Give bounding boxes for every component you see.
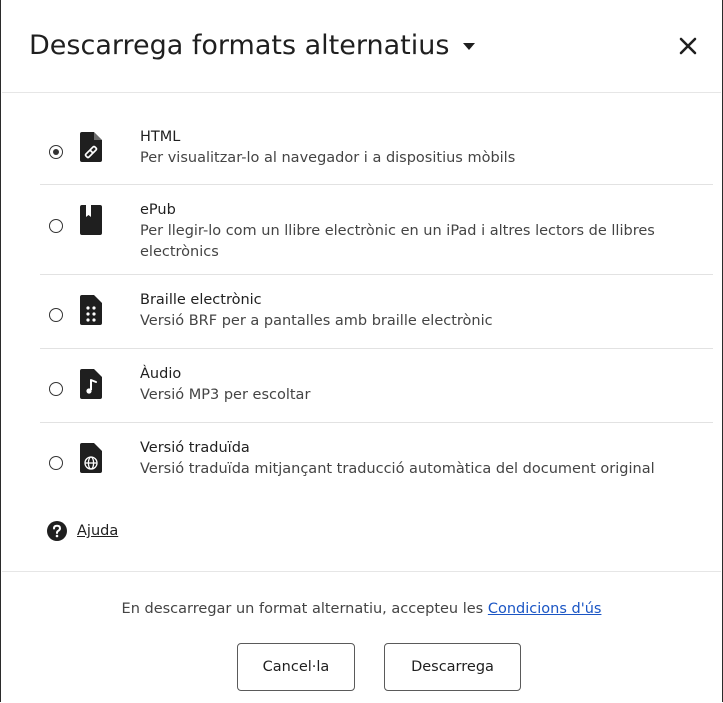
question-icon — [47, 521, 67, 541]
option-name: Versió traduïda — [140, 440, 250, 456]
dialog-title[interactable]: Descarrega formats alternatius — [29, 26, 476, 66]
close-icon[interactable] — [675, 33, 701, 59]
help-link-row: Ajuda — [47, 521, 118, 541]
option-description: Versió MP3 per escoltar — [140, 387, 311, 403]
epub-book-icon — [80, 205, 102, 235]
option-name: Braille electrònic — [140, 292, 262, 308]
radio-translated[interactable] — [49, 456, 63, 470]
braille-file-icon — [80, 295, 102, 325]
option-epub[interactable]: ePub Per llegir-lo com un llibre electrò… — [40, 185, 713, 275]
help-link[interactable]: Ajuda — [77, 523, 118, 539]
html-file-icon — [80, 132, 102, 162]
option-braille[interactable]: Braille electrònic Versió BRF per a pant… — [40, 275, 713, 349]
option-html[interactable]: HTML Per visualitzar-lo al navegador i a… — [40, 112, 713, 185]
dialog-header: Descarrega formats alternatius — [2, 0, 721, 93]
terms-notice: En descarregar un format alternatiu, acc… — [2, 601, 721, 617]
caret-down-icon[interactable] — [463, 42, 476, 50]
format-options-list: HTML Per visualitzar-lo al navegador i a… — [2, 112, 721, 496]
dialog-title-text: Descarrega formats alternatius — [29, 30, 450, 61]
option-description: Per llegir-lo com un llibre electrònic e… — [140, 223, 655, 260]
option-description: Per visualitzar-lo al navegador i a disp… — [140, 150, 516, 166]
option-name: HTML — [140, 129, 181, 145]
option-name: Àudio — [140, 366, 182, 382]
option-audio[interactable]: Àudio Versió MP3 per escoltar — [40, 349, 713, 423]
radio-html[interactable] — [49, 145, 63, 159]
download-button[interactable]: Descarrega — [384, 643, 521, 691]
option-description: Versió BRF per a pantalles amb braille e… — [140, 313, 493, 329]
radio-epub[interactable] — [49, 219, 63, 233]
option-name: ePub — [140, 202, 176, 218]
cancel-button[interactable]: Cancel·la — [237, 643, 355, 691]
option-description: Versió traduïda mitjançant traducció aut… — [140, 461, 655, 477]
dialog-footer: En descarregar un format alternatiu, acc… — [2, 571, 721, 703]
radio-audio[interactable] — [49, 382, 63, 396]
option-translated[interactable]: Versió traduïda Versió traduïda mitjança… — [40, 423, 713, 496]
download-dialog: Descarrega formats alternatius HTML Per … — [0, 0, 723, 702]
terms-link[interactable]: Condicions d'ús — [488, 601, 602, 617]
radio-braille[interactable] — [49, 308, 63, 322]
globe-file-icon — [80, 443, 102, 473]
audio-file-icon — [80, 369, 102, 399]
terms-prefix: En descarregar un format alternatiu, acc… — [121, 601, 488, 617]
